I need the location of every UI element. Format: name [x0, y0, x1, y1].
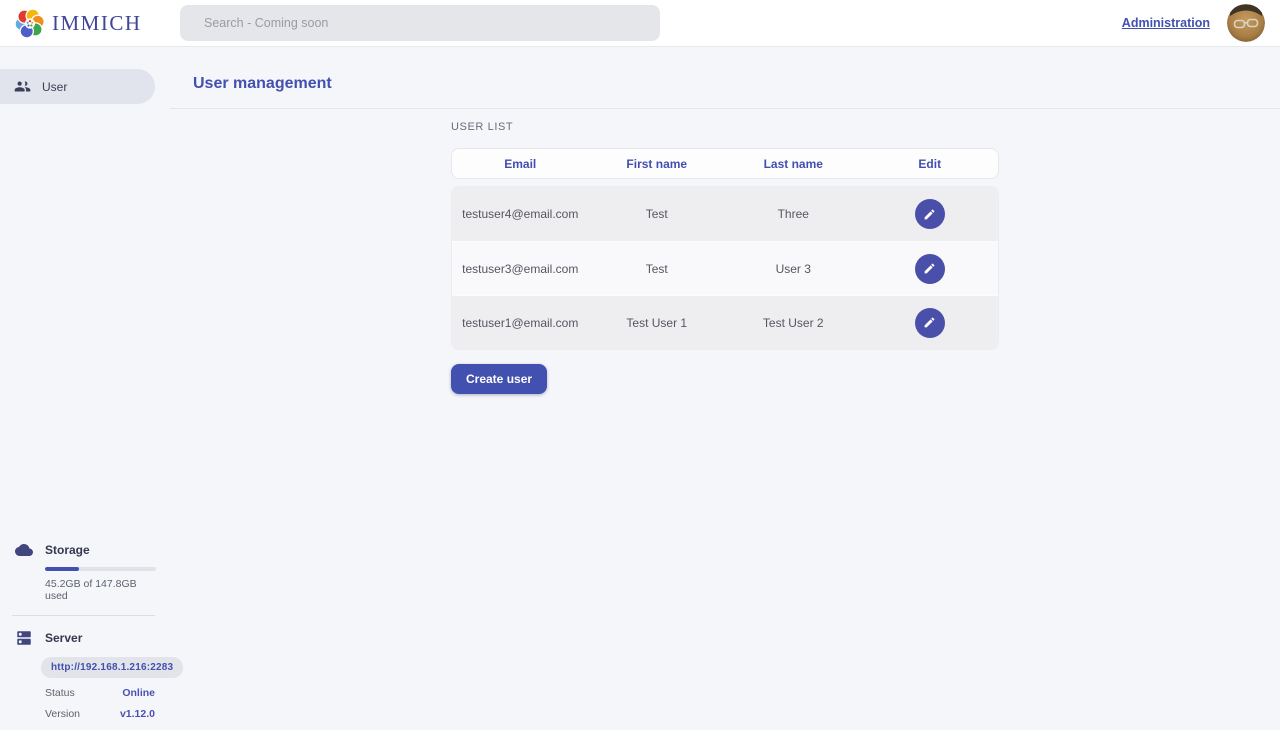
user-email-cell: testuser1@email.com	[452, 316, 589, 330]
user-table: testuser4@email.com Test Three testuser3…	[451, 186, 999, 350]
server-status-value: Online	[122, 687, 155, 699]
storage-usage-text: 45.2GB of 147.8GB used	[45, 578, 155, 602]
table-row: testuser4@email.com Test Three	[452, 187, 998, 241]
edit-user-button[interactable]	[915, 308, 945, 338]
create-user-button[interactable]: Create user	[451, 364, 547, 394]
server-url-badge: http://192.168.1.216:2283	[41, 657, 183, 678]
administration-link[interactable]: Administration	[1122, 16, 1210, 30]
logo-wordmark: IMMICH	[52, 11, 142, 36]
user-first-name-cell: Test User 1	[589, 316, 726, 330]
storage-progress-bar	[45, 567, 156, 571]
search-input[interactable]	[180, 5, 660, 41]
server-icon	[15, 629, 33, 647]
edit-user-button[interactable]	[915, 199, 945, 229]
avatar-image	[1227, 4, 1265, 42]
server-version-value: v1.12.0	[120, 708, 155, 720]
table-row: testuser1@email.com Test User 1 Test Use…	[452, 295, 998, 349]
storage-title: Storage	[45, 543, 90, 557]
server-status-label: Status	[45, 687, 75, 699]
pencil-icon	[923, 316, 936, 329]
edit-user-button[interactable]	[915, 254, 945, 284]
page-title: User management	[170, 47, 1280, 93]
column-header-first-name: First name	[589, 157, 726, 171]
user-email-cell: testuser3@email.com	[452, 262, 589, 276]
storage-widget: Storage 45.2GB of 147.8GB used	[15, 541, 155, 602]
user-list-section: USER LIST Email First name Last name Edi…	[451, 121, 999, 394]
server-version-label: Version	[45, 708, 80, 720]
user-last-name-cell: Three	[725, 207, 862, 221]
user-list-heading: USER LIST	[451, 121, 999, 133]
top-bar-right: Administration	[1122, 4, 1265, 42]
pencil-icon	[923, 208, 936, 221]
server-title: Server	[45, 631, 82, 645]
sidebar-divider	[12, 615, 155, 616]
cloud-icon	[15, 541, 33, 559]
title-divider	[170, 108, 1280, 109]
user-table-header: Email First name Last name Edit	[451, 148, 999, 179]
server-status-row: Status Online	[45, 687, 155, 699]
sidebar-footer: Storage 45.2GB of 147.8GB used Server ht…	[0, 541, 170, 720]
sidebar: User Storage 45.2GB of 147.8GB used S	[0, 47, 170, 730]
user-last-name-cell: User 3	[725, 262, 862, 276]
column-header-edit: Edit	[862, 157, 999, 171]
server-widget: Server http://192.168.1.216:2283 Status …	[15, 629, 155, 720]
sidebar-item-user-label: User	[42, 80, 67, 94]
user-avatar[interactable]	[1227, 4, 1265, 42]
sidebar-item-user[interactable]: User	[0, 69, 155, 104]
user-email-cell: testuser4@email.com	[452, 207, 589, 221]
column-header-email: Email	[452, 157, 589, 171]
immich-flower-icon	[13, 7, 46, 40]
storage-progress-fill	[45, 567, 79, 571]
top-bar: IMMICH Administration	[0, 0, 1280, 47]
column-header-last-name: Last name	[725, 157, 862, 171]
server-version-row: Version v1.12.0	[45, 708, 155, 720]
user-first-name-cell: Test	[589, 207, 726, 221]
app-logo[interactable]: IMMICH	[13, 7, 142, 40]
main-content: User management USER LIST Email First na…	[170, 47, 1280, 730]
table-row: testuser3@email.com Test User 3	[452, 241, 998, 295]
users-icon	[14, 78, 31, 95]
pencil-icon	[923, 262, 936, 275]
user-last-name-cell: Test User 2	[725, 316, 862, 330]
user-first-name-cell: Test	[589, 262, 726, 276]
